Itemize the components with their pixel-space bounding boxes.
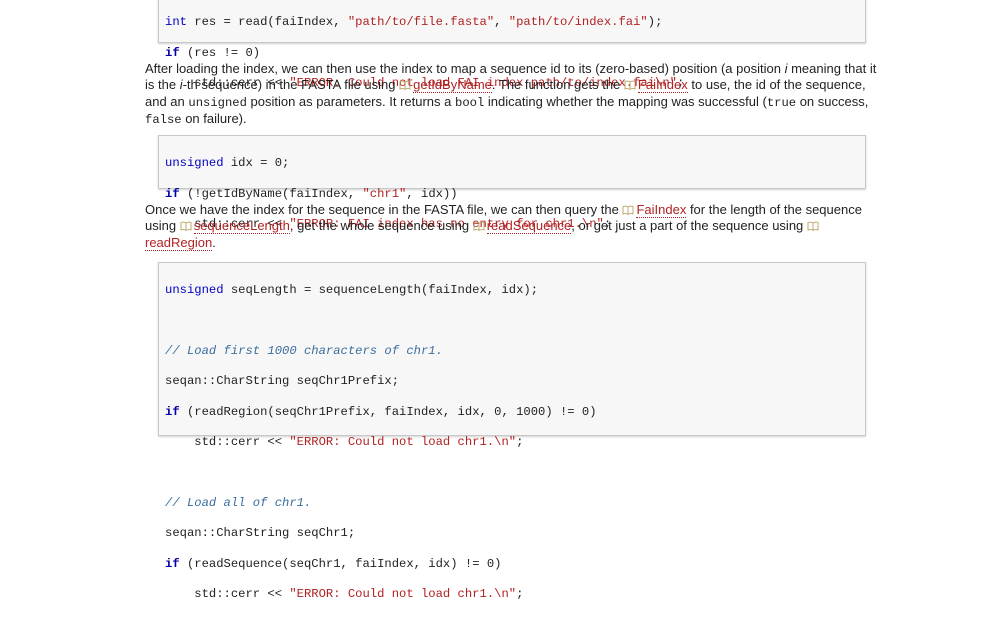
book-icon [473,221,485,232]
book-icon [622,205,634,215]
book-icon [180,221,192,232]
inline-code: unsigned [188,95,247,110]
book-icon [807,221,819,232]
code-block-2: unsigned idx = 0; if (!getIdByName(faiIn… [158,135,866,231]
code-text: seqan::CharString seqChr1; [165,526,356,541]
link-readregion[interactable]: readRegion [145,234,213,251]
code-text: (readSequence(seqChr1, faiIndex, idx) !=… [179,556,502,571]
code-text: ; [516,435,524,450]
link-faiindex[interactable]: FaiIndex [637,77,688,94]
para-text: position as parameters. It returns a [246,93,455,109]
para-text: After loading the index, we can then use… [145,61,785,76]
code-line: if (readSequence(seqChr1, faiIndex, idx)… [165,557,865,572]
code-text: ; [516,587,524,602]
code-line: // Load all of chr1. [165,496,865,511]
para-text: on failure). [181,111,247,127]
inline-code: bool [455,95,485,110]
code-comment: // Load first 1000 characters of chr1. [165,343,443,358]
code-text: (res != 0) [179,45,261,60]
para-text: on success, [796,93,869,109]
code-line: // Load first 1000 characters of chr1. [165,344,865,359]
code-keyword: if [165,45,180,60]
link-readsequence[interactable]: readSequence [486,218,572,235]
code-keyword: if [165,404,180,419]
inline-code: false [145,113,182,128]
code-string: "ERROR: Could not load chr1.\n" [289,435,517,450]
code-text: seqan::CharString seqChr1Prefix; [165,374,400,389]
code-string: "chr1" [362,186,407,201]
code-line: std::cerr << "ERROR: Could not load chr1… [165,587,865,602]
code-line: if (!getIdByName(faiIndex, "chr1", idx)) [165,187,865,202]
link-sequencelength[interactable]: sequenceLength [193,218,290,235]
link-faiindex[interactable]: FaiIndex [636,202,687,218]
code-text: ); [647,15,663,30]
code-line: if (readRegion(seqChr1Prefix, faiIndex, … [165,405,865,420]
para-text: . [212,234,216,250]
inline-code: true [766,95,797,110]
book-icon [624,80,636,91]
para-text: -th sequence) in the FASTA file using [182,77,400,93]
code-comment: // Load all of chr1. [165,495,312,510]
code-line: if (res != 0) [165,46,865,61]
code-string: "path/to/file.fasta" [347,15,495,30]
code-text: std::cerr << [165,435,290,450]
para-text: , get the whole sequence using [289,218,473,234]
code-keyword: unsigned [165,283,224,298]
paragraph-index-mapping: After loading the index, we can then use… [145,61,880,129]
code-line: int res = read(faiIndex, "path/to/file.f… [165,15,865,30]
code-line: seqan::CharString seqChr1; [165,526,865,541]
code-text: , [494,15,509,30]
code-line: unsigned seqLength = sequenceLength(faiI… [165,283,865,298]
code-string: "ERROR: Could not load chr1.\n" [289,587,517,602]
code-text: seqLength = sequenceLength(faiIndex, idx… [223,283,539,298]
code-text: idx = 0; [223,156,290,171]
code-line: unsigned idx = 0; [165,156,865,171]
book-icon [399,80,411,91]
code-block-3: unsigned seqLength = sequenceLength(faiI… [158,262,866,601]
code-line: std::cerr << "ERROR: Could not load chr1… [165,435,865,450]
paragraph-query-index: Once we have the index for the sequence … [145,202,880,251]
code-keyword: if [165,186,180,201]
code-text: (readRegion(seqChr1Prefix, faiIndex, idx… [179,404,597,419]
code-text: std::cerr << [165,587,290,602]
code-text: res = read(faiIndex, [186,15,348,30]
code-keyword: unsigned [165,156,224,171]
code-block-1: int res = read(faiIndex, "path/to/file.f… [158,0,866,90]
code-keyword: int [165,15,187,30]
code-keyword: if [165,556,180,571]
para-text: indicating whether the mapping was succe… [484,93,767,109]
para-text: . The function gets the [491,77,624,93]
code-line: seqan::CharString seqChr1Prefix; [165,374,865,389]
code-text: , idx)) [406,186,458,201]
code-text: (!getIdByName(faiIndex, [179,186,363,201]
para-text: Once we have the index for the sequence … [145,202,623,217]
code-string: "path/to/index.fai" [508,15,648,30]
para-text: , or get just a part of the sequence usi… [571,218,807,234]
link-getidbyname[interactable]: getIdByName [413,77,492,94]
